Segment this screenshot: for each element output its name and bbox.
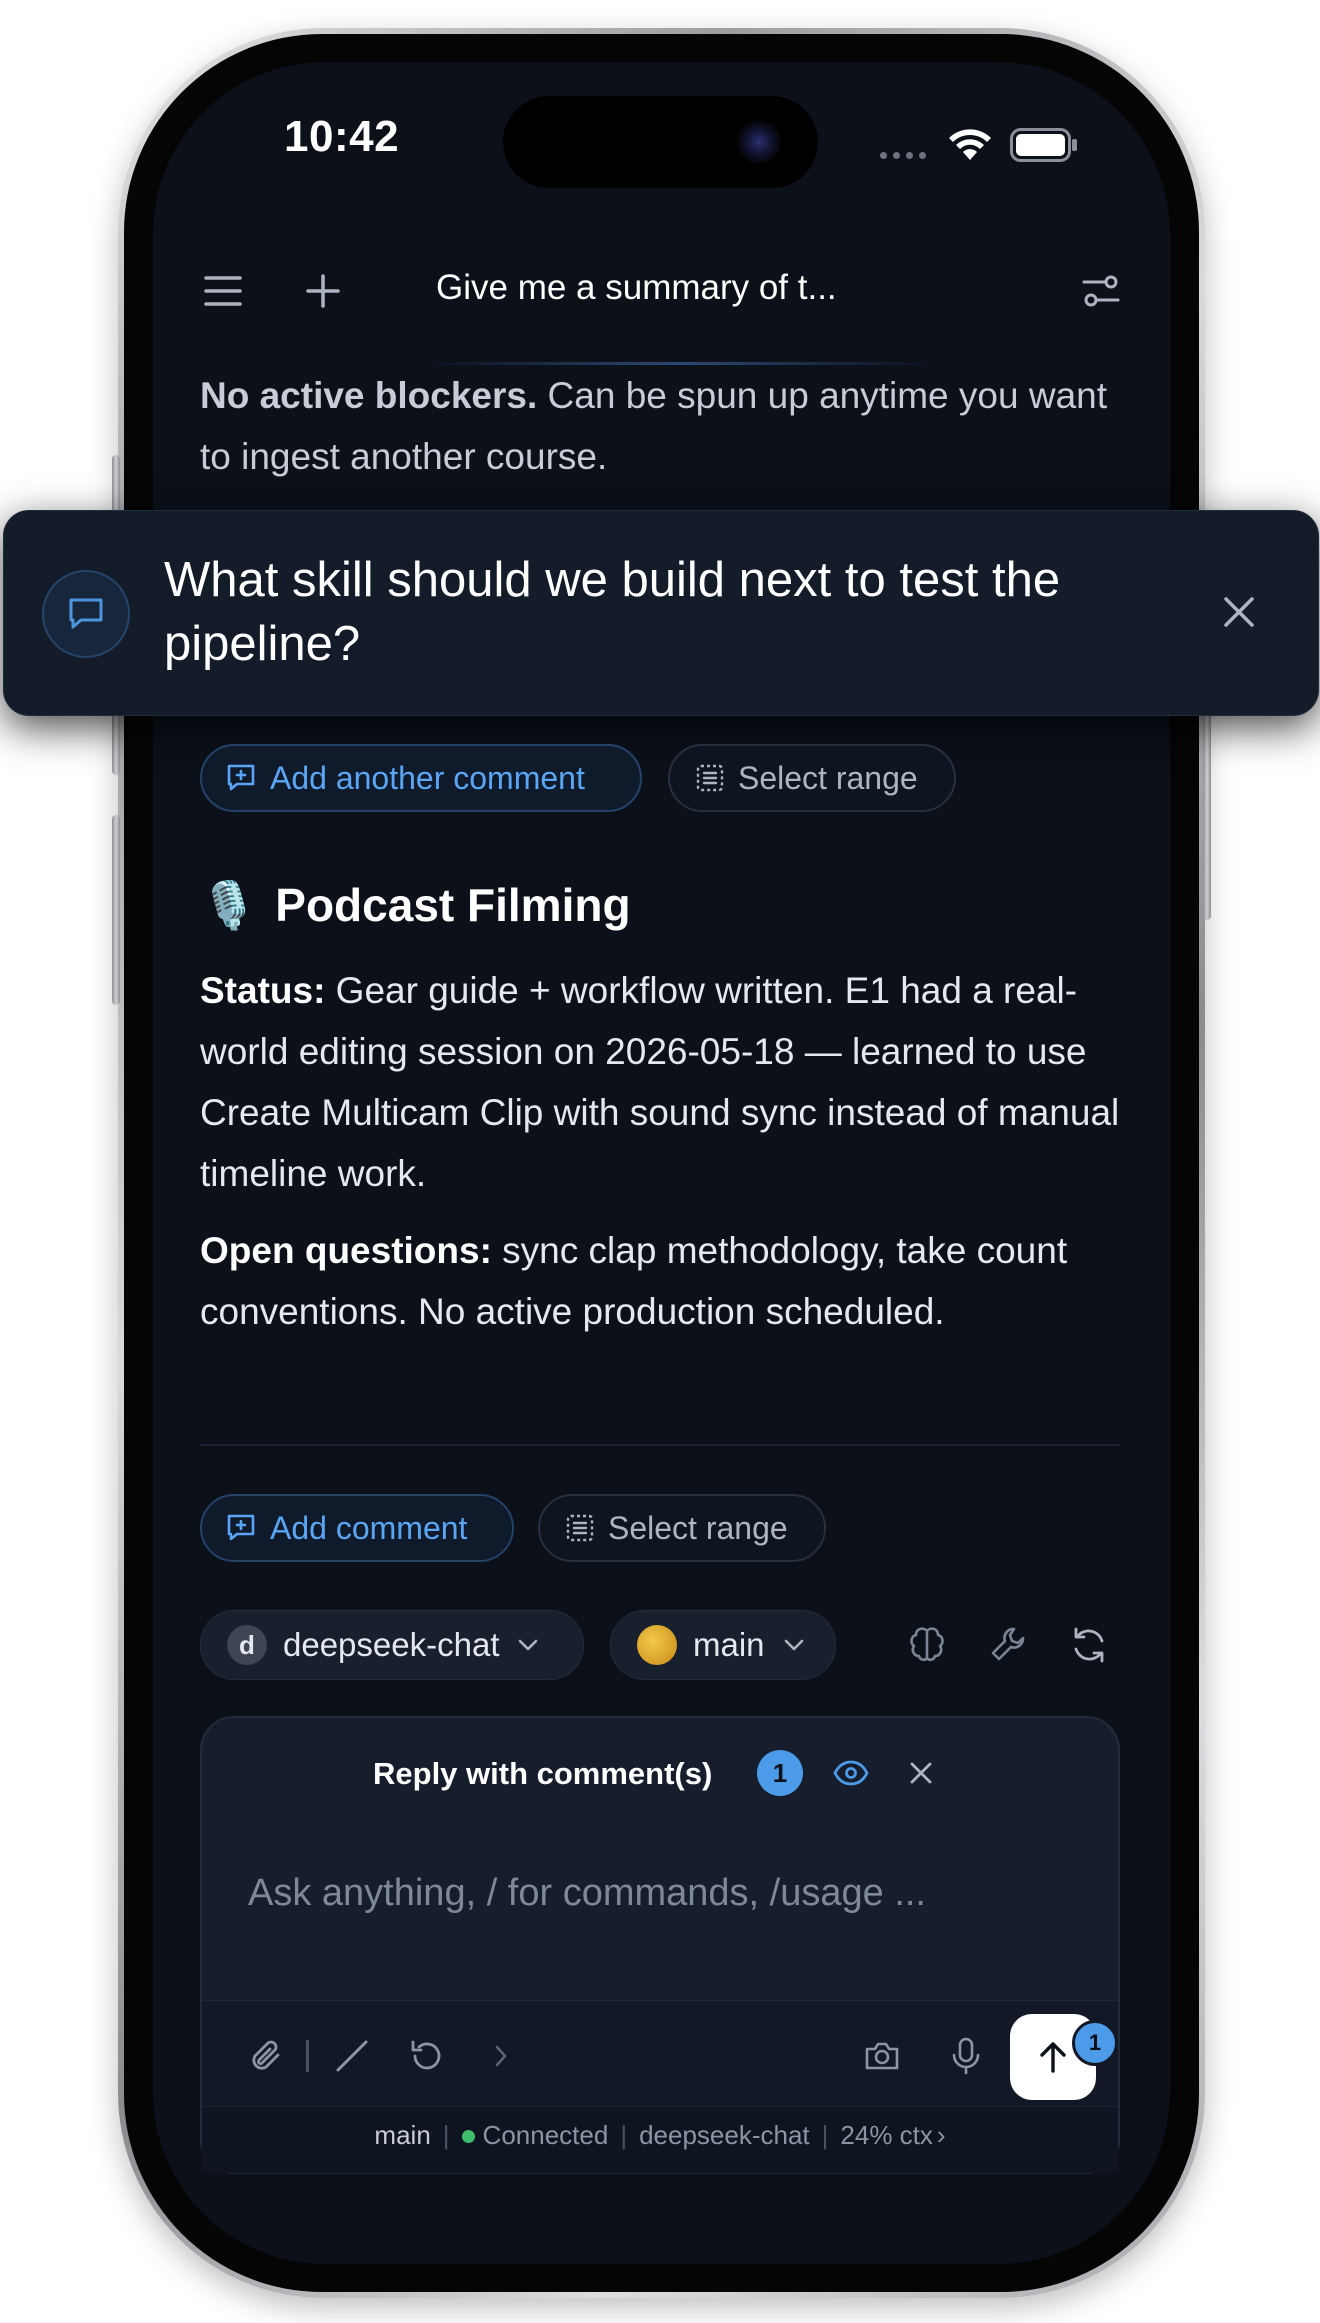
close-icon[interactable]: [1215, 588, 1263, 636]
status-label: Status:: [200, 970, 326, 1011]
camera-icon[interactable]: [860, 2034, 904, 2078]
new-chat-plus-icon[interactable]: [298, 266, 348, 316]
section-heading: 🎙️ Podcast Filming: [200, 878, 631, 933]
status-branch: main: [374, 2120, 431, 2150]
status-connection: Connected: [482, 2120, 609, 2150]
add-comment-label: Add comment: [270, 1509, 468, 1546]
reply-with-comments-label: Reply with comment(s): [373, 1756, 713, 1791]
blockers-paragraph: No active blockers. Can be spun up anyti…: [200, 365, 1120, 487]
status-time: 10:42: [284, 112, 400, 161]
model-selector[interactable]: d deepseek-chat: [200, 1610, 584, 1680]
settings-sliders-icon[interactable]: [1076, 266, 1126, 316]
toolbar-separator: [306, 2040, 309, 2072]
front-camera: [737, 120, 781, 164]
select-range-icon: [696, 764, 724, 792]
send-count-badge: 1: [1072, 2020, 1118, 2066]
select-range-button[interactable]: Select range: [668, 744, 956, 812]
wifi-icon: [948, 126, 992, 162]
message-input[interactable]: Ask anything, / for commands, /usage ...: [248, 1872, 926, 1915]
comment-text: What skill should we build next to test …: [164, 553, 1061, 671]
brain-icon[interactable]: [904, 1622, 950, 1668]
status-text: Gear guide + workflow written. E1 had a …: [200, 970, 1120, 1194]
connection-status-line: main | Connected | deepseek-chat | 24% ctx ›: [374, 2120, 946, 2150]
menu-icon[interactable]: [196, 266, 250, 316]
select-range-button[interactable]: Select range: [538, 1494, 826, 1562]
status-model: deepseek-chat: [639, 2120, 810, 2150]
select-range-label: Select range: [608, 1509, 788, 1546]
comment-icon: [42, 570, 130, 658]
model-name: deepseek-chat: [283, 1626, 500, 1663]
section-divider: [200, 1444, 1120, 1446]
battery-icon: [1010, 128, 1078, 162]
connected-dot-icon: [461, 2130, 475, 2143]
chevron-down-icon: [519, 1639, 538, 1651]
add-comment-button[interactable]: Add comment: [200, 1494, 514, 1562]
chat-title[interactable]: Give me a summary of t...: [436, 268, 916, 308]
eye-icon[interactable]: [828, 1750, 874, 1796]
branch-avatar-icon: [637, 1625, 677, 1665]
undo-icon[interactable]: [404, 2034, 448, 2078]
branch-selector[interactable]: main: [610, 1610, 836, 1680]
select-range-icon: [566, 1514, 594, 1542]
signal-dots-icon: [880, 146, 932, 159]
branch-name: main: [693, 1626, 765, 1663]
wrench-icon[interactable]: [986, 1622, 1032, 1668]
add-comment-icon: [227, 1514, 255, 1541]
microphone-emoji-icon: 🎙️: [200, 879, 258, 931]
attach-paperclip-icon[interactable]: [244, 2034, 288, 2078]
refresh-icon[interactable]: [1066, 1622, 1112, 1668]
open-questions-paragraph: Open questions: sync clap methodology, t…: [200, 1220, 1120, 1342]
arrow-up-icon: [1040, 2042, 1066, 2073]
select-range-label: Select range: [738, 759, 918, 796]
open-questions-label: Open questions:: [200, 1230, 492, 1271]
chevron-right-icon[interactable]: [486, 2040, 516, 2072]
clear-comments-close-icon[interactable]: [900, 1752, 942, 1794]
add-another-comment-label: Add another comment: [270, 759, 585, 796]
reply-count-badge: 1: [757, 1750, 803, 1796]
chevron-right-icon: ›: [936, 2120, 946, 2150]
model-avatar: d: [227, 1625, 267, 1665]
add-another-comment-button[interactable]: Add another comment: [200, 744, 642, 812]
slash-command-icon[interactable]: [330, 2034, 374, 2078]
status-context[interactable]: 24% ctx: [840, 2120, 933, 2150]
add-comment-icon: [227, 764, 255, 791]
volume-down-button: [112, 815, 120, 1005]
section-heading-text: Podcast Filming: [275, 879, 631, 931]
microphone-icon[interactable]: [944, 2034, 988, 2078]
status-paragraph: Status: Gear guide + workflow written. E…: [200, 960, 1120, 1204]
chevron-down-icon: [784, 1639, 803, 1651]
blockers-label: No active blockers.: [200, 375, 538, 416]
